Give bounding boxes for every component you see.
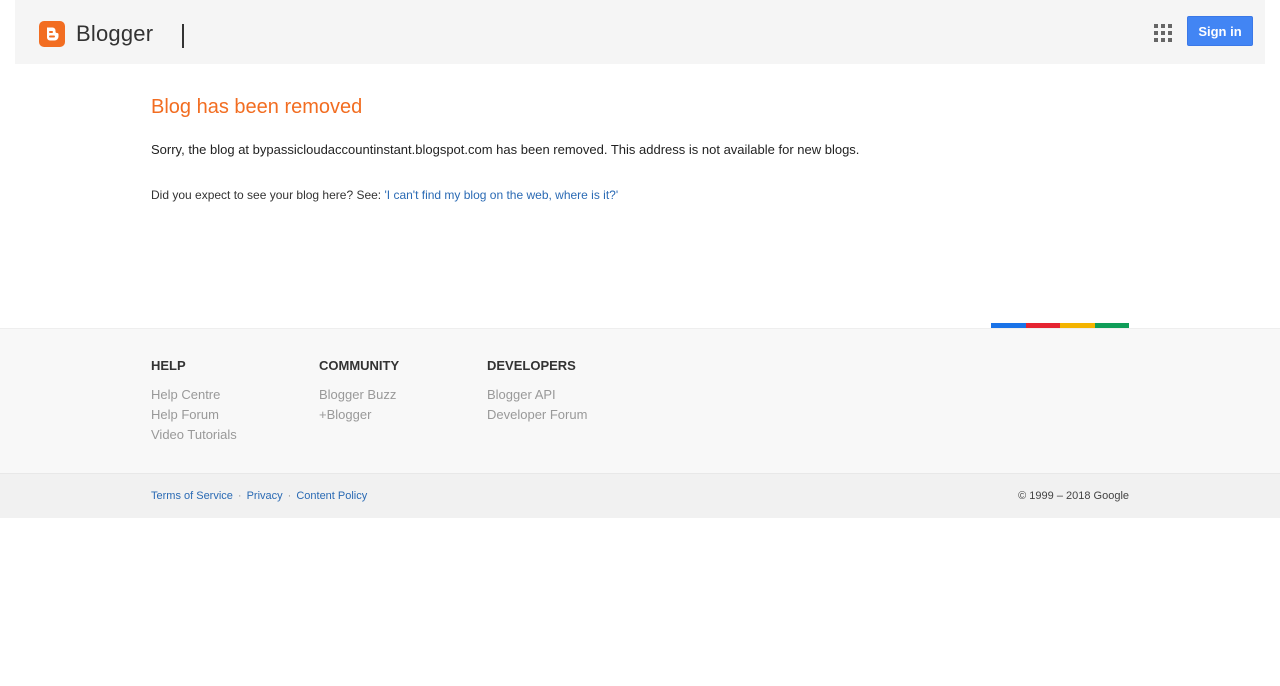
separator: · (287, 490, 292, 502)
privacy-link[interactable]: Privacy (247, 490, 283, 502)
main-content: Blog has been removed Sorry, the blog at… (151, 94, 1131, 202)
footer-col-help: HELP Help Centre Help Forum Video Tutori… (151, 358, 237, 445)
footer-heading-help: HELP (151, 358, 186, 373)
find-blog-help-link[interactable]: 'I can't find my blog on the web, where … (384, 188, 618, 202)
content-policy-link[interactable]: Content Policy (296, 490, 367, 502)
apps-grid-icon[interactable] (1154, 24, 1172, 42)
help-prefix: Did you expect to see your blog here? Se… (151, 188, 385, 202)
footer-link-blogger-buzz[interactable]: Blogger Buzz (319, 385, 399, 405)
footer-heading-developers: DEVELOPERS (487, 358, 576, 373)
terms-of-service-link[interactable]: Terms of Service (151, 490, 233, 502)
footer-col-community: COMMUNITY Blogger Buzz +Blogger (319, 358, 399, 425)
footer-links: HELP Help Centre Help Forum Video Tutori… (0, 328, 1280, 473)
copyright: © 1999 – 2018 Google (1018, 490, 1129, 502)
bottom-bar: Terms of Service · Privacy · Content Policy … (0, 473, 1280, 518)
help-line: Did you expect to see your blog here? Se… (151, 188, 618, 202)
footer-heading-community: COMMUNITY (319, 358, 400, 373)
header-divider (182, 24, 184, 48)
footer-link-developer-forum[interactable]: Developer Forum (487, 405, 587, 425)
top-header: Blogger Sign in (15, 0, 1265, 64)
page-title: Blog has been removed (151, 96, 363, 118)
logo-text: Blogger (76, 21, 154, 46)
footer-col-developers: DEVELOPERS Blogger API Developer Forum (487, 358, 587, 425)
footer-link-help-forum[interactable]: Help Forum (151, 405, 237, 425)
blogger-logo[interactable]: Blogger (39, 21, 153, 47)
separator: · (237, 490, 242, 502)
legal-links: Terms of Service · Privacy · Content Policy (151, 490, 367, 502)
footer-link-video-tutorials[interactable]: Video Tutorials (151, 425, 237, 445)
footer-link-plus-blogger[interactable]: +Blogger (319, 405, 399, 425)
removed-message: Sorry, the blog at bypassicloudaccountin… (151, 142, 860, 157)
footer-link-blogger-api[interactable]: Blogger API (487, 385, 587, 405)
footer-link-help-centre[interactable]: Help Centre (151, 385, 237, 405)
blogger-b-icon (39, 21, 65, 47)
sign-in-button[interactable]: Sign in (1187, 16, 1253, 46)
